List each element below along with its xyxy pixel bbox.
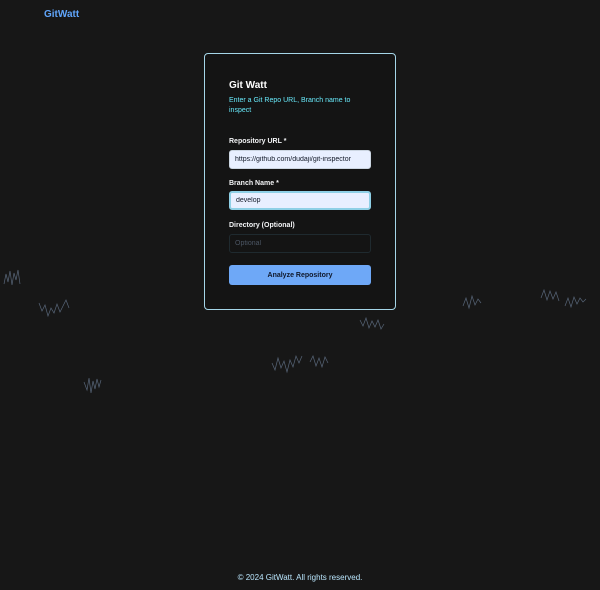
scribble bbox=[462, 294, 482, 310]
directory-label: Directory (Optional) bbox=[229, 222, 295, 229]
repo-url-input[interactable] bbox=[229, 150, 371, 169]
form-subtitle: Enter a Git Repo URL, Branch name to ins… bbox=[229, 97, 351, 114]
analyze-repository-button[interactable]: Analyze Repository bbox=[229, 265, 371, 285]
scribble bbox=[309, 355, 329, 369]
scribble bbox=[3, 269, 21, 286]
scribble bbox=[564, 295, 587, 309]
branch-name-input[interactable] bbox=[229, 191, 371, 210]
scribble bbox=[38, 299, 70, 318]
scribble bbox=[540, 288, 560, 302]
directory-input[interactable] bbox=[229, 234, 371, 253]
form-title: Git Watt bbox=[229, 80, 267, 91]
footer-copyright: © 2024 GitWatt. All rights reserved. bbox=[237, 573, 363, 582]
inspect-form-card: Git Watt Enter a Git Repo URL, Branch na… bbox=[204, 53, 396, 310]
scribble bbox=[359, 316, 385, 330]
repo-url-label: Repository URL * bbox=[229, 138, 287, 145]
brand-logo-link[interactable]: GitWatt bbox=[44, 9, 79, 20]
scribble bbox=[271, 354, 303, 374]
scribble bbox=[83, 377, 102, 394]
branch-name-label: Branch Name * bbox=[229, 180, 279, 187]
